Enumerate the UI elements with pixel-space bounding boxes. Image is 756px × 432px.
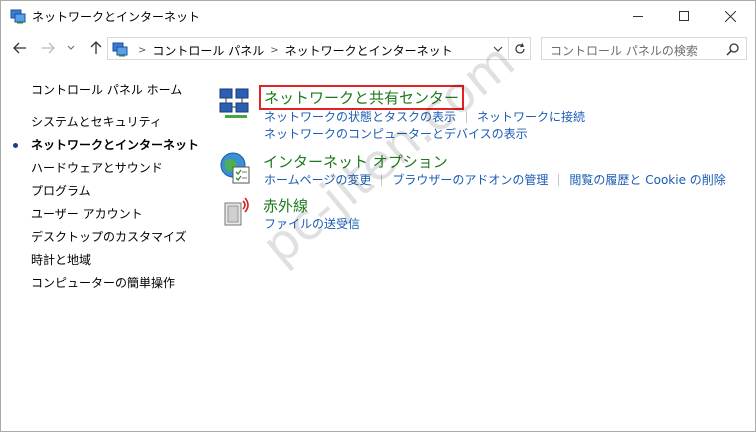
network-sharing-center-link[interactable]: ネットワークと共有センター [259,85,465,110]
link-divider [558,173,560,186]
arrow-left-icon [13,42,26,54]
close-button[interactable] [707,1,753,31]
breadcrumb-separator-icon[interactable]: > [270,45,278,56]
breadcrumb-network-internet[interactable]: ネットワークとインターネット [285,42,453,59]
infrared-links-row: ファイルの送受信 [264,215,360,232]
arrow-right-icon [42,42,55,54]
sidebar-item-user-accounts[interactable]: ユーザー アカウント [31,205,143,222]
sidebar-item-desktop-customization[interactable]: デスクトップのカスタマイズ [31,228,187,245]
navigation-bar: > コントロール パネル > ネットワークとインターネット コントロール パネル… [1,33,755,63]
infrared-icon[interactable] [219,195,253,229]
refresh-button[interactable] [509,37,531,60]
refresh-icon [514,42,525,53]
manage-addons-link[interactable]: ブラウザーのアドオンの管理 [392,171,548,188]
internet-options-links-row: ホームページの変更 ブラウザーのアドオンの管理 閲覧の履歴と Cookie の削… [264,171,726,188]
title-bar: ネットワークとインターネット [1,1,755,31]
breadcrumb-separator-icon: > [138,45,147,56]
minimize-button[interactable] [615,1,661,31]
maximize-button[interactable] [661,1,707,31]
network-sharing-links-row: ネットワークの状態とタスクの表示 ネットワークに接続 [264,108,585,125]
view-network-devices-link[interactable]: ネットワークのコンピューターとデバイスの表示 [264,125,528,142]
network-sharing-icon[interactable] [219,87,253,121]
view-network-status-link[interactable]: ネットワークの状態とタスクの表示 [264,108,456,125]
breadcrumb-control-panel[interactable]: コントロール パネル [152,42,264,59]
recent-locations-button[interactable] [63,37,79,59]
search-icon[interactable] [726,42,740,56]
address-dropdown-button[interactable] [492,43,504,55]
link-divider [381,173,383,186]
change-homepage-link[interactable]: ホームページの変更 [264,171,371,188]
arrow-up-icon [90,41,102,54]
internet-options-icon[interactable] [219,151,253,185]
sidebar-item-network-internet[interactable]: ネットワークとインターネット [31,136,199,153]
up-button[interactable] [85,37,107,59]
infrared-link[interactable]: 赤外線 [263,195,308,216]
control-panel-window: ネットワークとインターネット > コントロール パネル > ネットワークとインタ… [0,0,756,432]
delete-browsing-history-link[interactable]: 閲覧の履歴と Cookie の削除 [569,171,725,188]
control-panel-icon [112,41,128,57]
link-divider [466,110,468,123]
network-window-icon [10,8,26,24]
network-devices-links-row: ネットワークのコンピューターとデバイスの表示 [264,125,528,142]
back-button[interactable] [9,37,31,59]
current-page-indicator-icon [13,143,18,148]
forward-button[interactable] [37,37,59,59]
internet-options-link[interactable]: インターネット オプション [263,151,448,172]
chevron-down-icon [493,46,503,52]
connect-to-network-link[interactable]: ネットワークに接続 [477,108,585,125]
send-receive-files-link[interactable]: ファイルの送受信 [264,215,360,232]
search-placeholder: コントロール パネルの検索 [550,44,698,58]
breadcrumb: > コントロール パネル > ネットワークとインターネット [132,42,453,59]
sidebar-item-clock-region[interactable]: 時計と地域 [31,251,91,268]
sidebar-item-programs[interactable]: プログラム [31,182,91,199]
sidebar-home-link[interactable]: コントロール パネル ホーム [31,81,182,98]
chevron-down-icon [67,45,75,50]
address-bar[interactable]: > コントロール パネル > ネットワークとインターネット [107,37,509,60]
window-title: ネットワークとインターネット [32,10,201,24]
search-box[interactable]: コントロール パネルの検索 [541,37,747,60]
sidebar-item-hardware-sound[interactable]: ハードウェアとサウンド [31,159,163,176]
sidebar-item-system-security[interactable]: システムとセキュリティ [31,113,162,130]
sidebar-item-ease-of-access[interactable]: コンピューターの簡単操作 [31,274,175,291]
